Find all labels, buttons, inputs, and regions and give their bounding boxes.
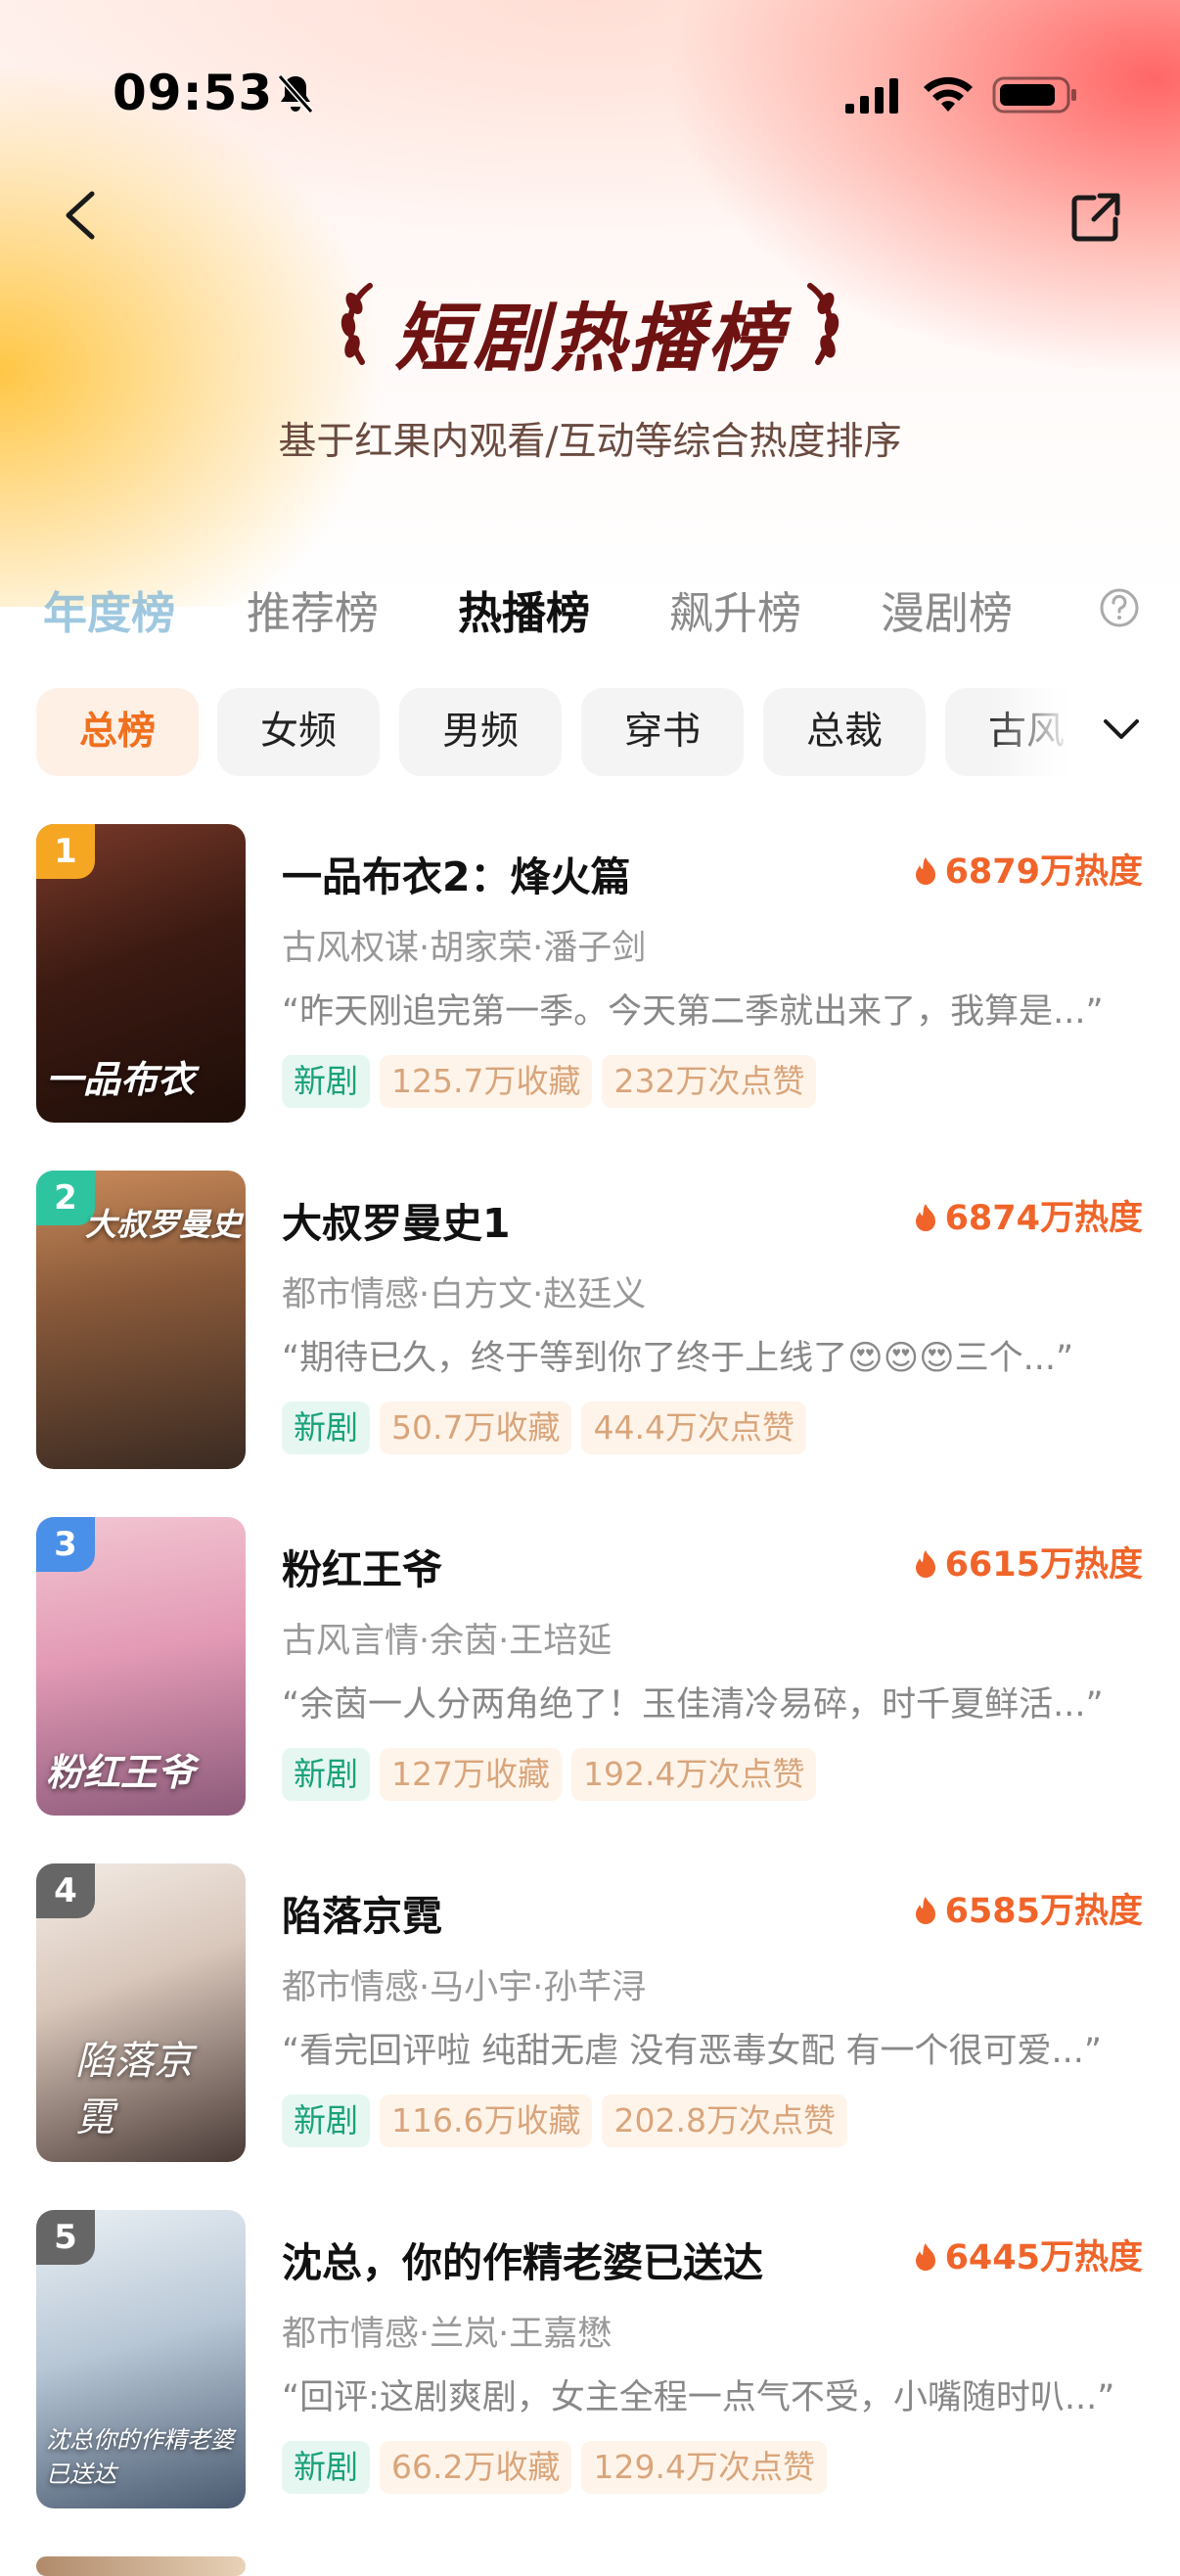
poster-image[interactable]: 3 粉红王爷 xyxy=(36,1517,246,1816)
page-subtitle: 基于红果内观看/互动等综合热度排序 xyxy=(278,420,902,464)
list-item[interactable]: 2 大叔罗曼史 大叔罗曼史1 6874万热度 都市情感·白方文·赵廷义 “期待已… xyxy=(0,1171,1180,1474)
chevron-down-icon[interactable] xyxy=(1101,714,1142,744)
rank-badge: 5 xyxy=(36,2210,95,2265)
wifi-icon xyxy=(924,76,973,112)
heat-score: 6874万热度 xyxy=(914,1190,1143,1240)
likes-tag: 232万次点赞 xyxy=(602,1055,817,1108)
drama-review: “回评:这剧爽剧，女主全程一点气不受，小嘴随时叭...” xyxy=(282,2378,1115,2417)
new-tag: 新剧 xyxy=(282,1748,370,1801)
list-item[interactable]: 3 粉红王爷 粉红王爷 6615万热度 古风言情·余茵·王培延 “余茵一人分两角… xyxy=(0,1517,1180,1820)
drama-review: “昨天刚追完第一季。今天第二季就出来了，我算是...” xyxy=(282,992,1104,1032)
filters-fade xyxy=(988,688,1180,778)
tab-rising[interactable]: 飙升榜 xyxy=(669,577,801,641)
likes-tag: 129.4万次点赞 xyxy=(581,2441,827,2494)
ranking-tabs: 年度榜 推荐榜 热播榜 飙升榜 漫剧榜 xyxy=(0,577,1180,646)
bell-muted-icon xyxy=(277,74,314,114)
drama-title[interactable]: 粉红王爷 xyxy=(282,1537,442,1595)
favorites-tag: 66.2万收藏 xyxy=(380,2441,572,2494)
heat-score: 6879万热度 xyxy=(914,844,1143,894)
flame-icon xyxy=(915,2243,935,2271)
heat-score: 6585万热度 xyxy=(914,1883,1143,1933)
drama-tags: 新剧 125.7万收藏 232万次点赞 xyxy=(282,1055,826,1108)
list-item[interactable]: 5 沈总你的作精老婆已送达 沈总，你的作精老婆已送达 6445万热度 都市情感·… xyxy=(0,2210,1180,2513)
poster-image[interactable]: 1 一品布衣 xyxy=(36,824,246,1123)
favorites-tag: 116.6万收藏 xyxy=(380,2094,593,2147)
page-title: 短剧热播榜 xyxy=(394,295,786,382)
laurel-left-icon xyxy=(340,283,373,365)
heat-score: 6445万热度 xyxy=(914,2230,1143,2279)
tab-recommended[interactable]: 推荐榜 xyxy=(247,577,379,641)
signal-icon xyxy=(845,78,898,114)
favorites-tag: 50.7万收藏 xyxy=(380,1402,572,1454)
poster-image[interactable]: 2 大叔罗曼史 xyxy=(36,1171,246,1469)
status-bar: 09:53 xyxy=(0,0,1180,186)
new-tag: 新剧 xyxy=(282,1402,370,1454)
poster-title: 陷落京霓 xyxy=(75,2039,193,2140)
drama-meta: 都市情感·马小宇·孙芊浔 xyxy=(282,1968,647,2007)
new-tag: 新剧 xyxy=(282,2441,370,2494)
list-item-partial xyxy=(0,2556,1180,2576)
poster-image[interactable]: 5 沈总你的作精老婆已送达 xyxy=(36,2210,246,2508)
status-time: 09:53 xyxy=(113,65,274,121)
drama-review: “期待已久，终于等到你了终于上线了😍😍😍三个...” xyxy=(282,1339,1074,1378)
drama-review: “余茵一人分两角绝了！玉佳清冷易碎，时千夏鲜活...” xyxy=(282,1685,1104,1725)
flame-icon xyxy=(915,1897,935,1924)
rank-badge: 1 xyxy=(36,824,95,879)
poster-title: 一品布衣 xyxy=(46,1058,196,1101)
share-button[interactable] xyxy=(1067,188,1125,247)
favorites-tag: 125.7万收藏 xyxy=(380,1055,593,1108)
poster-image[interactable]: 4 陷落京霓 xyxy=(36,1863,246,2162)
rank-badge: 4 xyxy=(36,1863,95,1918)
drama-title[interactable]: 陷落京霓 xyxy=(282,1883,442,1942)
new-tag: 新剧 xyxy=(282,1055,370,1108)
drama-review: “看完回评啦 纯甜无虐 没有恶毒女配 有一个很可爱...” xyxy=(282,2032,1103,2071)
heat-value: 6585万热度 xyxy=(944,1892,1143,1931)
tab-hot[interactable]: 热播榜 xyxy=(458,577,590,641)
drama-meta: 都市情感·白方文·赵廷义 xyxy=(282,1275,647,1314)
poster-image xyxy=(36,2556,246,2576)
heat-value: 6445万热度 xyxy=(944,2238,1143,2277)
drama-title[interactable]: 一品布衣2：烽火篇 xyxy=(282,844,631,902)
drama-meta: 古风言情·余茵·王培延 xyxy=(282,1622,613,1661)
filter-all[interactable]: 总榜 xyxy=(36,688,199,776)
likes-tag: 44.4万次点赞 xyxy=(581,1402,806,1454)
flame-icon xyxy=(915,857,935,885)
help-icon[interactable] xyxy=(1099,587,1140,628)
drama-meta: 都市情感·兰岚·王嘉懋 xyxy=(282,2315,613,2354)
likes-tag: 192.4万次点赞 xyxy=(571,1748,817,1801)
drama-title[interactable]: 沈总，你的作精老婆已送达 xyxy=(282,2230,763,2288)
poster-title: 大叔罗曼史 xyxy=(85,1206,243,1243)
laurel-right-icon xyxy=(807,283,840,365)
filter-ceo[interactable]: 总裁 xyxy=(763,688,926,776)
battery-icon xyxy=(992,76,1076,114)
new-tag: 新剧 xyxy=(282,2094,370,2147)
drama-tags: 新剧 127万收藏 192.4万次点赞 xyxy=(282,1748,826,1801)
poster-title: 粉红王爷 xyxy=(46,1751,196,1794)
drama-tags: 新剧 116.6万收藏 202.8万次点赞 xyxy=(282,2094,857,2147)
filter-female[interactable]: 女频 xyxy=(217,688,380,776)
heat-value: 6874万热度 xyxy=(944,1199,1143,1238)
flame-icon xyxy=(915,1550,935,1578)
drama-meta: 古风权谋·胡家荣·潘子剑 xyxy=(282,929,647,968)
drama-tags: 新剧 50.7万收藏 44.4万次点赞 xyxy=(282,1402,816,1454)
rank-badge: 3 xyxy=(36,1517,95,1572)
list-item[interactable]: 4 陷落京霓 陷落京霓 6585万热度 都市情感·马小宇·孙芊浔 “看完回评啦 … xyxy=(0,1863,1180,2167)
back-button[interactable] xyxy=(57,186,106,245)
drama-title[interactable]: 大叔罗曼史1 xyxy=(282,1190,511,1249)
filter-time-travel[interactable]: 穿书 xyxy=(581,688,744,776)
heat-value: 6615万热度 xyxy=(944,1545,1143,1585)
favorites-tag: 127万收藏 xyxy=(380,1748,562,1801)
list-item[interactable]: 1 一品布衣 一品布衣2：烽火篇 6879万热度 古风权谋·胡家荣·潘子剑 “昨… xyxy=(0,824,1180,1127)
tab-comic[interactable]: 漫剧榜 xyxy=(881,577,1013,641)
filter-male[interactable]: 男频 xyxy=(399,688,562,776)
likes-tag: 202.8万次点赞 xyxy=(602,2094,847,2147)
tab-annual[interactable]: 年度榜 xyxy=(43,577,175,641)
heat-value: 6879万热度 xyxy=(944,852,1143,892)
heat-score: 6615万热度 xyxy=(914,1537,1143,1587)
drama-tags: 新剧 66.2万收藏 129.4万次点赞 xyxy=(282,2441,837,2494)
poster-title: 沈总你的作精老婆已送达 xyxy=(46,2426,234,2488)
flame-icon xyxy=(915,1204,935,1231)
